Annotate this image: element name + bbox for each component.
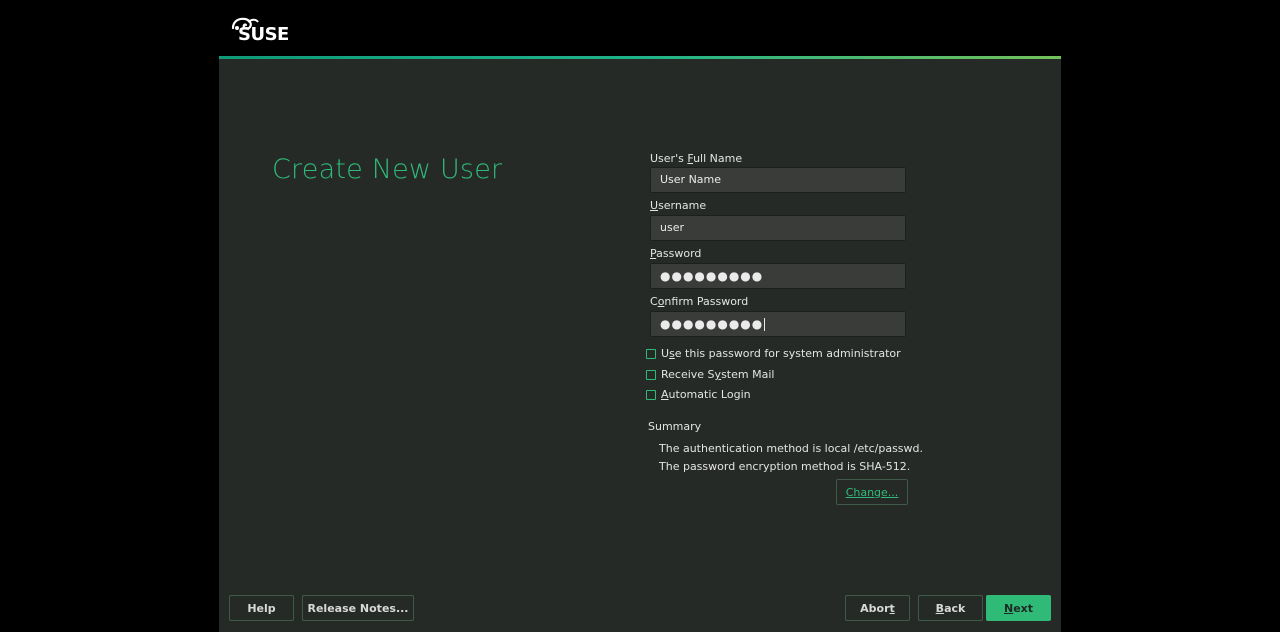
logo-wordmark: SUSE [238,24,289,45]
help-button[interactable]: Help [229,595,294,621]
use-password-for-admin-checkbox[interactable]: Use this password for system administrat… [646,347,901,360]
main-panel: Create New User User's Full Name User Na… [219,59,1061,632]
checkbox-label: Use this password for system administrat… [661,347,901,360]
confirm-password-input[interactable]: ●●●●●●●●● [650,311,906,337]
password-input[interactable]: ●●●●●●●●● [650,263,906,289]
summary-encryption-method: The password encryption method is SHA-51… [659,460,911,473]
change-button[interactable]: Change... [836,479,908,505]
password-label: Password [650,247,702,260]
suse-logo: SUSE [230,16,290,46]
abort-button[interactable]: Abor t [845,595,910,621]
checkbox-box[interactable] [646,369,656,380]
confirm-password-label: Confirm Password [650,295,749,308]
checkbox-box[interactable] [646,389,656,400]
username-label: Username [650,199,707,212]
summary-auth-method: The authentication method is local /etc/… [659,442,924,455]
full-name-label: User's Full Name [650,152,743,165]
checkbox-label: Receive System Mail [661,368,775,381]
receive-system-mail-checkbox[interactable]: Receive System Mail [646,368,774,381]
back-button[interactable]: Back [918,595,983,621]
text-cursor [764,318,766,331]
checkbox-box[interactable] [646,348,656,359]
next-button[interactable]: Next [986,595,1051,621]
page-title: Create New User [272,154,503,185]
username-input[interactable]: user [650,215,906,241]
checkbox-label: Automatic Login [661,388,751,401]
summary-label: Summary [648,420,702,433]
automatic-login-checkbox[interactable]: Automatic Login [646,388,751,401]
release-notes-button[interactable]: Release Notes... [302,595,414,621]
full-name-input[interactable]: User Name [650,167,906,193]
